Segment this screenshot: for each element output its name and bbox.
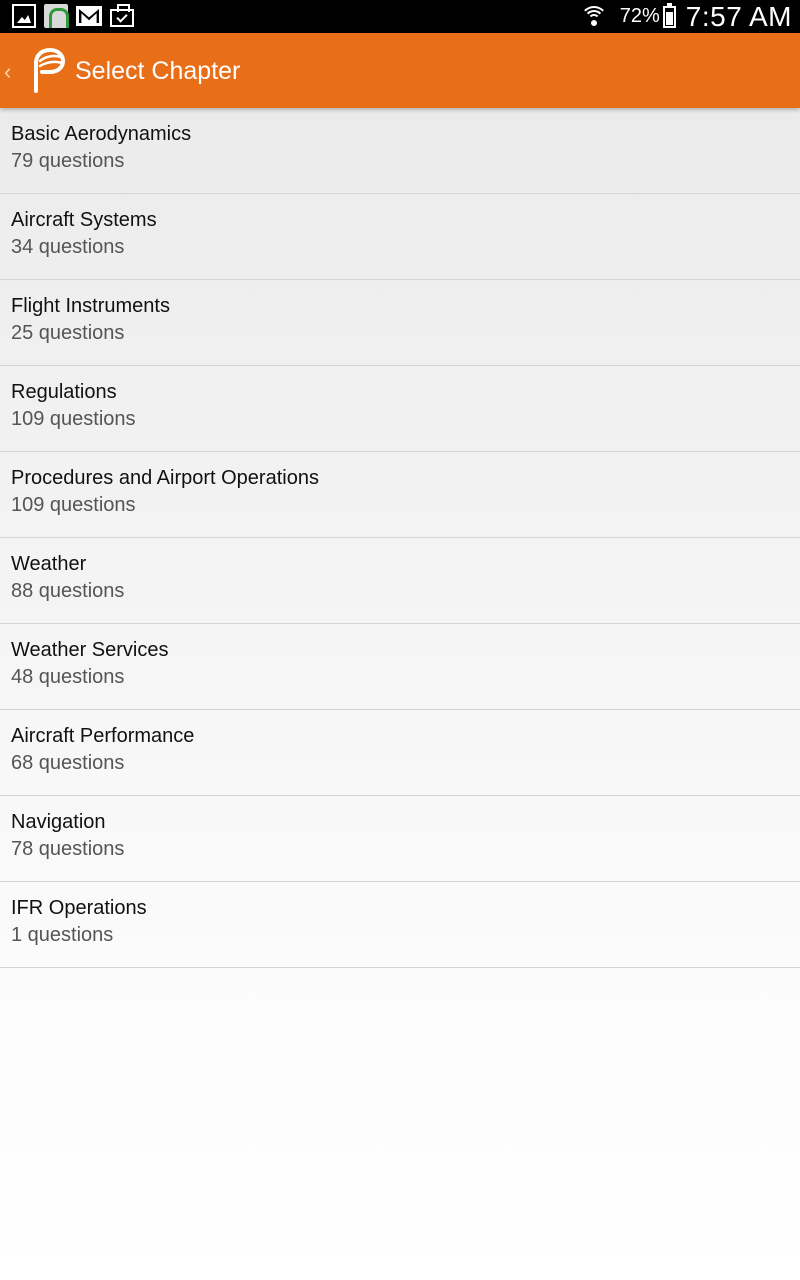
chapter-title: Aircraft Performance bbox=[11, 725, 195, 747]
question-count: 48 questions bbox=[11, 666, 125, 688]
chapter-title: Flight Instruments bbox=[11, 295, 170, 317]
battery-percent: 72% bbox=[619, 5, 660, 27]
chapter-title: Aircraft Systems bbox=[11, 209, 157, 231]
chapter-title: Weather Services bbox=[11, 639, 169, 661]
list-item[interactable]: Basic Aerodynamics 79 questions bbox=[0, 108, 800, 194]
list-item[interactable]: Navigation 78 questions bbox=[0, 796, 800, 882]
list-item[interactable]: Regulations 109 questions bbox=[0, 366, 800, 452]
clock: 7:57 AM bbox=[685, 0, 792, 32]
battery-icon bbox=[662, 2, 676, 28]
question-count: 109 questions bbox=[11, 408, 136, 430]
bag-check-icon bbox=[110, 4, 134, 27]
list-item[interactable]: Flight Instruments 25 questions bbox=[0, 280, 800, 366]
list-item[interactable]: Weather Services 48 questions bbox=[0, 624, 800, 710]
question-count: 25 questions bbox=[11, 322, 125, 344]
status-bar: 72% 7:57 AM bbox=[0, 0, 800, 33]
list-item[interactable]: Aircraft Systems 34 questions bbox=[0, 194, 800, 280]
gallery-icon bbox=[12, 4, 36, 28]
chapter-title: Regulations bbox=[11, 381, 117, 403]
chapter-title: Navigation bbox=[11, 811, 106, 833]
question-count: 109 questions bbox=[11, 494, 136, 516]
chapter-list: Basic Aerodynamics 79 questions Aircraft… bbox=[0, 108, 800, 968]
arch-app-icon bbox=[44, 4, 69, 28]
wifi-icon bbox=[579, 4, 608, 30]
back-chevron-icon[interactable]: ‹ bbox=[4, 59, 11, 85]
app-logo-icon[interactable] bbox=[30, 47, 66, 93]
chapter-title: Procedures and Airport Operations bbox=[11, 467, 319, 489]
list-item[interactable]: Weather 88 questions bbox=[0, 538, 800, 624]
list-item[interactable]: Procedures and Airport Operations 109 qu… bbox=[0, 452, 800, 538]
question-count: 79 questions bbox=[11, 150, 125, 172]
question-count: 68 questions bbox=[11, 752, 125, 774]
question-count: 1 questions bbox=[11, 924, 114, 946]
question-count: 34 questions bbox=[11, 236, 125, 258]
chapter-title: Weather bbox=[11, 553, 87, 575]
gmail-icon bbox=[76, 6, 102, 26]
page-title: Select Chapter bbox=[75, 57, 241, 85]
list-item[interactable]: Aircraft Performance 68 questions bbox=[0, 710, 800, 796]
question-count: 88 questions bbox=[11, 580, 125, 602]
chapter-title: IFR Operations bbox=[11, 897, 147, 919]
notification-icons bbox=[12, 4, 134, 28]
question-count: 78 questions bbox=[11, 838, 125, 860]
action-bar: ‹ Select Chapter bbox=[0, 33, 800, 108]
chapter-title: Basic Aerodynamics bbox=[11, 123, 192, 145]
system-status: 72% 7:57 AM bbox=[579, 0, 792, 33]
list-item[interactable]: IFR Operations 1 questions bbox=[0, 882, 800, 968]
